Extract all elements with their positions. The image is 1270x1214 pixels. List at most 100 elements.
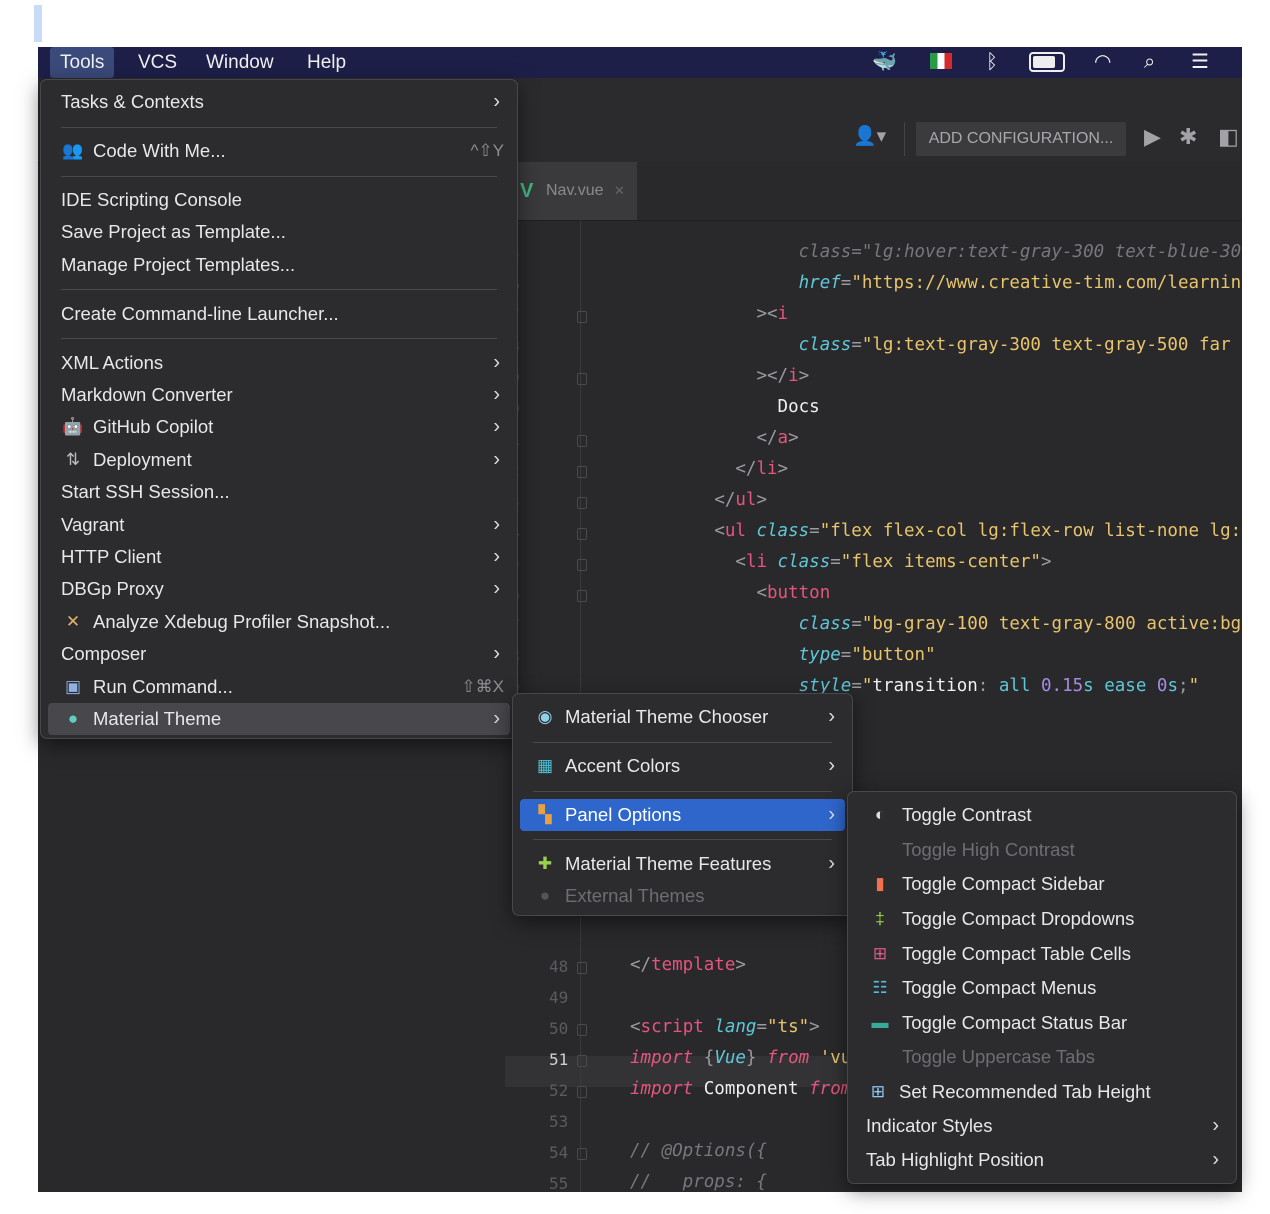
menu-tools[interactable]: Tools: [50, 47, 115, 78]
menu-item-composer[interactable]: Composer ›: [48, 638, 510, 670]
italy-flag-icon[interactable]: [930, 53, 952, 69]
close-icon[interactable]: ✕: [614, 162, 625, 220]
menu-window[interactable]: Window: [196, 47, 284, 78]
menu-item-deployment[interactable]: ⇅ Deployment ›: [48, 444, 510, 476]
debug-icon[interactable]: ✱: [1179, 124, 1197, 150]
code-line: </ul>: [714, 490, 767, 510]
code-line: import {Vue} from 'vue-c: [630, 1048, 883, 1068]
deployment-icon: ⇅: [65, 449, 81, 469]
wifi-icon[interactable]: ◠: [1094, 50, 1111, 75]
chevron-right-icon: ›: [828, 705, 835, 728]
code-token: "button": [851, 645, 936, 665]
menu-item-toggle-compact-table-cells[interactable]: ⊞ Toggle Compact Table Cells: [855, 936, 1229, 971]
code-line: class="lg:text-gray-300 text-gray-500 fa…: [799, 335, 1242, 355]
menu-item-vagrant[interactable]: Vagrant ›: [48, 508, 510, 540]
menu-item-toggle-compact-sidebar[interactable]: ▮ Toggle Compact Sidebar: [855, 867, 1229, 902]
fold-marker-icon[interactable]: [577, 435, 587, 447]
coverage-icon[interactable]: ◧: [1218, 124, 1239, 150]
fold-marker-icon[interactable]: [577, 373, 587, 385]
compact-dropdowns-icon: ‡: [875, 909, 885, 929]
tab-label: Nav.vue: [546, 182, 604, 199]
battery-icon[interactable]: [1029, 52, 1065, 72]
menu-separator: [533, 790, 832, 792]
fold-marker-icon[interactable]: [577, 962, 587, 974]
menu-item-toggle-compact-menus[interactable]: ☷ Toggle Compact Menus: [855, 971, 1229, 1006]
code-token: transition: [872, 676, 978, 696]
fold-marker-icon[interactable]: [577, 528, 587, 540]
menu-help[interactable]: Help: [297, 47, 356, 78]
menu-item-toggle-compact-status-bar[interactable]: ▬ Toggle Compact Status Bar: [855, 1006, 1229, 1041]
code-token: i: [788, 366, 799, 386]
code-token: >: [756, 490, 768, 510]
menu-separator: [61, 126, 497, 128]
fold-marker-icon[interactable]: [577, 1148, 587, 1160]
code-token: <: [714, 521, 725, 541]
menu-item-ide-scripting-console[interactable]: IDE Scripting Console: [48, 184, 510, 216]
code-token: {: [703, 1048, 715, 1068]
code-token: class: [798, 335, 852, 355]
docker-icon[interactable]: 🐳: [872, 50, 897, 75]
fold-marker-icon[interactable]: [577, 559, 587, 571]
menu-item-github-copilot[interactable]: 🤖 GitHub Copilot ›: [48, 411, 510, 443]
code-token: <: [630, 1017, 641, 1037]
menu-item-http-client[interactable]: HTTP Client ›: [48, 541, 510, 573]
fold-marker-icon[interactable]: [577, 466, 587, 478]
menu-vcs[interactable]: VCS: [128, 47, 187, 78]
chevron-right-icon: ›: [493, 351, 500, 374]
run-icon[interactable]: ▶: [1144, 124, 1161, 150]
menu-item-toggle-compact-dropdowns[interactable]: ‡ Toggle Compact Dropdowns: [855, 902, 1229, 937]
code-token: <: [735, 552, 746, 572]
fold-marker-icon[interactable]: [577, 1055, 587, 1067]
code-token: >: [735, 955, 746, 975]
control-center-icon[interactable]: ☰: [1191, 50, 1209, 75]
menu-item-toggle-uppercase-tabs: Toggle Uppercase Tabs: [855, 1040, 1229, 1075]
code-line: ><i: [756, 304, 788, 324]
tab-nav-vue[interactable]: V Nav.vue ✕: [518, 162, 637, 220]
menu-item-create-command-line-launcher[interactable]: Create Command-line Launcher...: [48, 298, 510, 330]
code-token: script: [640, 1017, 715, 1037]
code-token: class: [777, 552, 831, 572]
menu-item-code-with-me[interactable]: 👥 Code With Me... ^⇧Y: [48, 135, 510, 167]
fold-marker-icon[interactable]: [577, 1086, 587, 1098]
tools-menu: Tasks & Contexts › 👥 Code With Me... ^⇧Y IDE …: [40, 79, 518, 739]
menu-item-material-theme[interactable]: ● Material Theme ›: [48, 702, 510, 736]
menu-item-material-theme-chooser[interactable]: ◉ Material Theme Chooser ›: [520, 701, 845, 733]
add-configuration-button[interactable]: ADD CONFIGURATION...: [916, 122, 1126, 156]
code-token: ul: [724, 521, 757, 541]
search-icon[interactable]: ⌕: [1144, 50, 1155, 75]
menu-item-save-project-as-template[interactable]: Save Project as Template...: [48, 216, 510, 248]
menu-item-panel-options[interactable]: ▚ Panel Options ›: [520, 798, 845, 832]
code-line: import Component from "v: [630, 1079, 883, 1099]
menu-item-run-command[interactable]: ▣ Run Command... ⇧⌘X: [48, 670, 510, 702]
bluetooth-icon[interactable]: ᛒ: [986, 50, 998, 75]
menu-item-analyze-xdebug-profiler-snapshot[interactable]: ✕ Analyze Xdebug Profiler Snapshot...: [48, 606, 510, 638]
menu-item-material-theme-features[interactable]: ✚ Material Theme Features ›: [520, 848, 845, 880]
chevron-right-icon: ›: [493, 642, 500, 665]
code-token: >: [809, 1017, 820, 1037]
menu-item-tasks-contexts[interactable]: Tasks & Contexts ›: [48, 86, 510, 118]
chevron-right-icon: ›: [828, 852, 835, 875]
fold-marker-icon[interactable]: [577, 590, 587, 602]
menu-item-toggle-contrast[interactable]: ◐ Toggle Contrast: [855, 798, 1229, 833]
fold-marker-icon[interactable]: [577, 497, 587, 509]
fold-marker-icon[interactable]: [577, 311, 587, 323]
menu-item-indicator-styles[interactable]: Indicator Styles ›: [855, 1108, 1229, 1143]
menu-item-label: External Themes: [565, 885, 705, 907]
code-token: "lg:text-gray-300 text-gray-500 far fa-: [861, 335, 1242, 355]
compact-menus-icon: ☷: [872, 978, 888, 998]
menu-item-dbgp-proxy[interactable]: DBGp Proxy ›: [48, 573, 510, 605]
fold-marker-icon[interactable]: [577, 1024, 587, 1036]
menu-item-xml-actions[interactable]: XML Actions ›: [48, 346, 510, 378]
menu-item-set-recommended-tab-height[interactable]: ⊞ Set Recommended Tab Height: [855, 1075, 1229, 1109]
code-line: class="lg:hover:text-gray-300 text-blue-…: [799, 242, 1242, 262]
menu-item-markdown-converter[interactable]: Markdown Converter ›: [48, 379, 510, 411]
xdebug-icon: ✕: [65, 611, 81, 631]
menu-item-label: XML Actions: [61, 351, 164, 373]
menu-item-manage-project-templates[interactable]: Manage Project Templates...: [48, 249, 510, 281]
user-icon[interactable]: 👤▾: [853, 124, 886, 148]
chevron-right-icon: ›: [493, 577, 500, 600]
menu-item-tab-highlight-position[interactable]: Tab Highlight Position ›: [855, 1143, 1229, 1178]
menu-item-accent-colors[interactable]: ▦ Accent Colors ›: [520, 750, 845, 782]
code-token: class="lg:hover:text-gray-300 text-blue-…: [798, 242, 1242, 262]
menu-item-start-ssh-session[interactable]: Start SSH Session...: [48, 476, 510, 508]
